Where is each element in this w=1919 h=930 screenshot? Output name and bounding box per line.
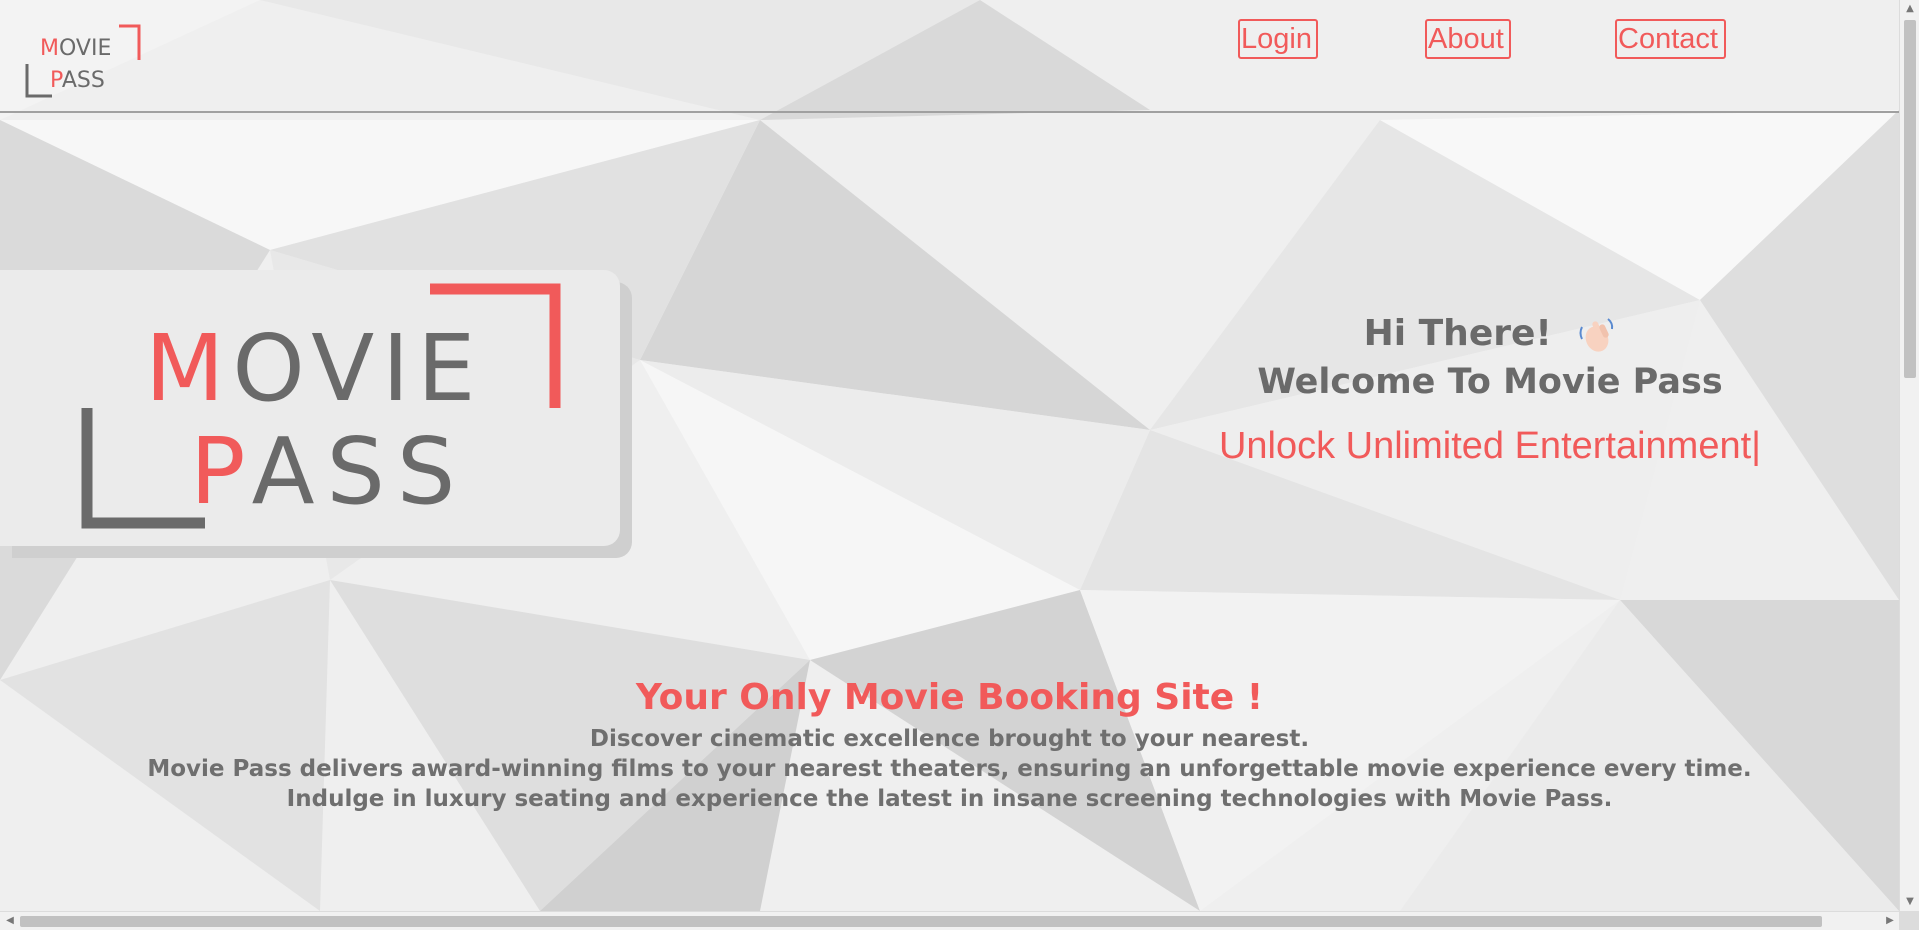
about-heading: Your Only Movie Booking Site ! bbox=[635, 677, 1264, 718]
scrollbar-corner bbox=[1899, 911, 1919, 930]
logo-small-rest-2: ASS bbox=[62, 68, 105, 93]
svg-text:PASS: PASS bbox=[50, 68, 105, 93]
about-button[interactable]: About bbox=[1425, 19, 1511, 59]
waving-hand-icon bbox=[1579, 318, 1614, 352]
scroll-down-arrow-icon[interactable]: ▼ bbox=[1904, 895, 1916, 909]
logo-small-rest-1: OVIE bbox=[59, 36, 111, 61]
scroll-up-arrow-icon[interactable]: ▲ bbox=[1904, 2, 1916, 16]
about-line-1: Discover cinematic excellence brought to… bbox=[589, 726, 1310, 752]
vertical-scroll-thumb[interactable] bbox=[1904, 20, 1916, 378]
greeting-text: Hi There! bbox=[1363, 313, 1552, 354]
scroll-left-arrow-icon[interactable]: ◀ bbox=[3, 914, 17, 928]
greeting-line: Hi There! bbox=[1170, 310, 1810, 358]
welcome-heading: Welcome To Movie Pass bbox=[1257, 362, 1723, 402]
logo-small-accent-m: M bbox=[40, 36, 59, 61]
login-button[interactable]: Login bbox=[1238, 19, 1318, 59]
top-navbar: MOVIE PASS Login About Contact bbox=[0, 0, 1899, 113]
svg-text:MOVIE: MOVIE bbox=[145, 315, 483, 422]
contact-button[interactable]: Contact bbox=[1615, 19, 1726, 59]
tagline-text: Unlock Unlimited Entertainment bbox=[1218, 425, 1752, 467]
hero-greeting: Hi There! Welcome To Movie Pass Unlock U… bbox=[1170, 310, 1810, 470]
about-section: Your Only Movie Booking Site ! Discover … bbox=[0, 672, 1899, 814]
movie-pass-logo-large: MOVIE PASS bbox=[81, 283, 561, 529]
scroll-right-arrow-icon[interactable]: ▶ bbox=[1883, 914, 1897, 928]
svg-text:MOVIE: MOVIE bbox=[40, 36, 111, 61]
about-line-2: Movie Pass delivers award-winning films … bbox=[147, 756, 1752, 782]
logo-large-accent-p: P bbox=[190, 418, 252, 525]
horizontal-scrollbar[interactable]: ◀ ▶ bbox=[0, 911, 1919, 930]
landing-page: MOVIE PASS Login About Contact MOVIE PAS… bbox=[0, 0, 1899, 911]
movie-pass-logo-small[interactable]: MOVIE PASS bbox=[24, 24, 144, 100]
logo-large-rest-1: OVIE bbox=[232, 315, 483, 422]
logo-large-accent-m: M bbox=[145, 315, 232, 422]
horizontal-scroll-thumb[interactable] bbox=[20, 916, 1822, 927]
typing-cursor: | bbox=[1751, 425, 1762, 467]
svg-text:PASS: PASS bbox=[190, 418, 467, 525]
hero-logo-card: MOVIE PASS bbox=[0, 270, 620, 546]
vertical-scrollbar[interactable]: ▲ ▼ bbox=[1899, 0, 1919, 911]
about-line-3: Indulge in luxury seating and experience… bbox=[286, 786, 1613, 812]
logo-large-rest-2: ASS bbox=[252, 418, 468, 525]
typing-tagline: Unlock Unlimited Entertainment| bbox=[1170, 422, 1810, 470]
